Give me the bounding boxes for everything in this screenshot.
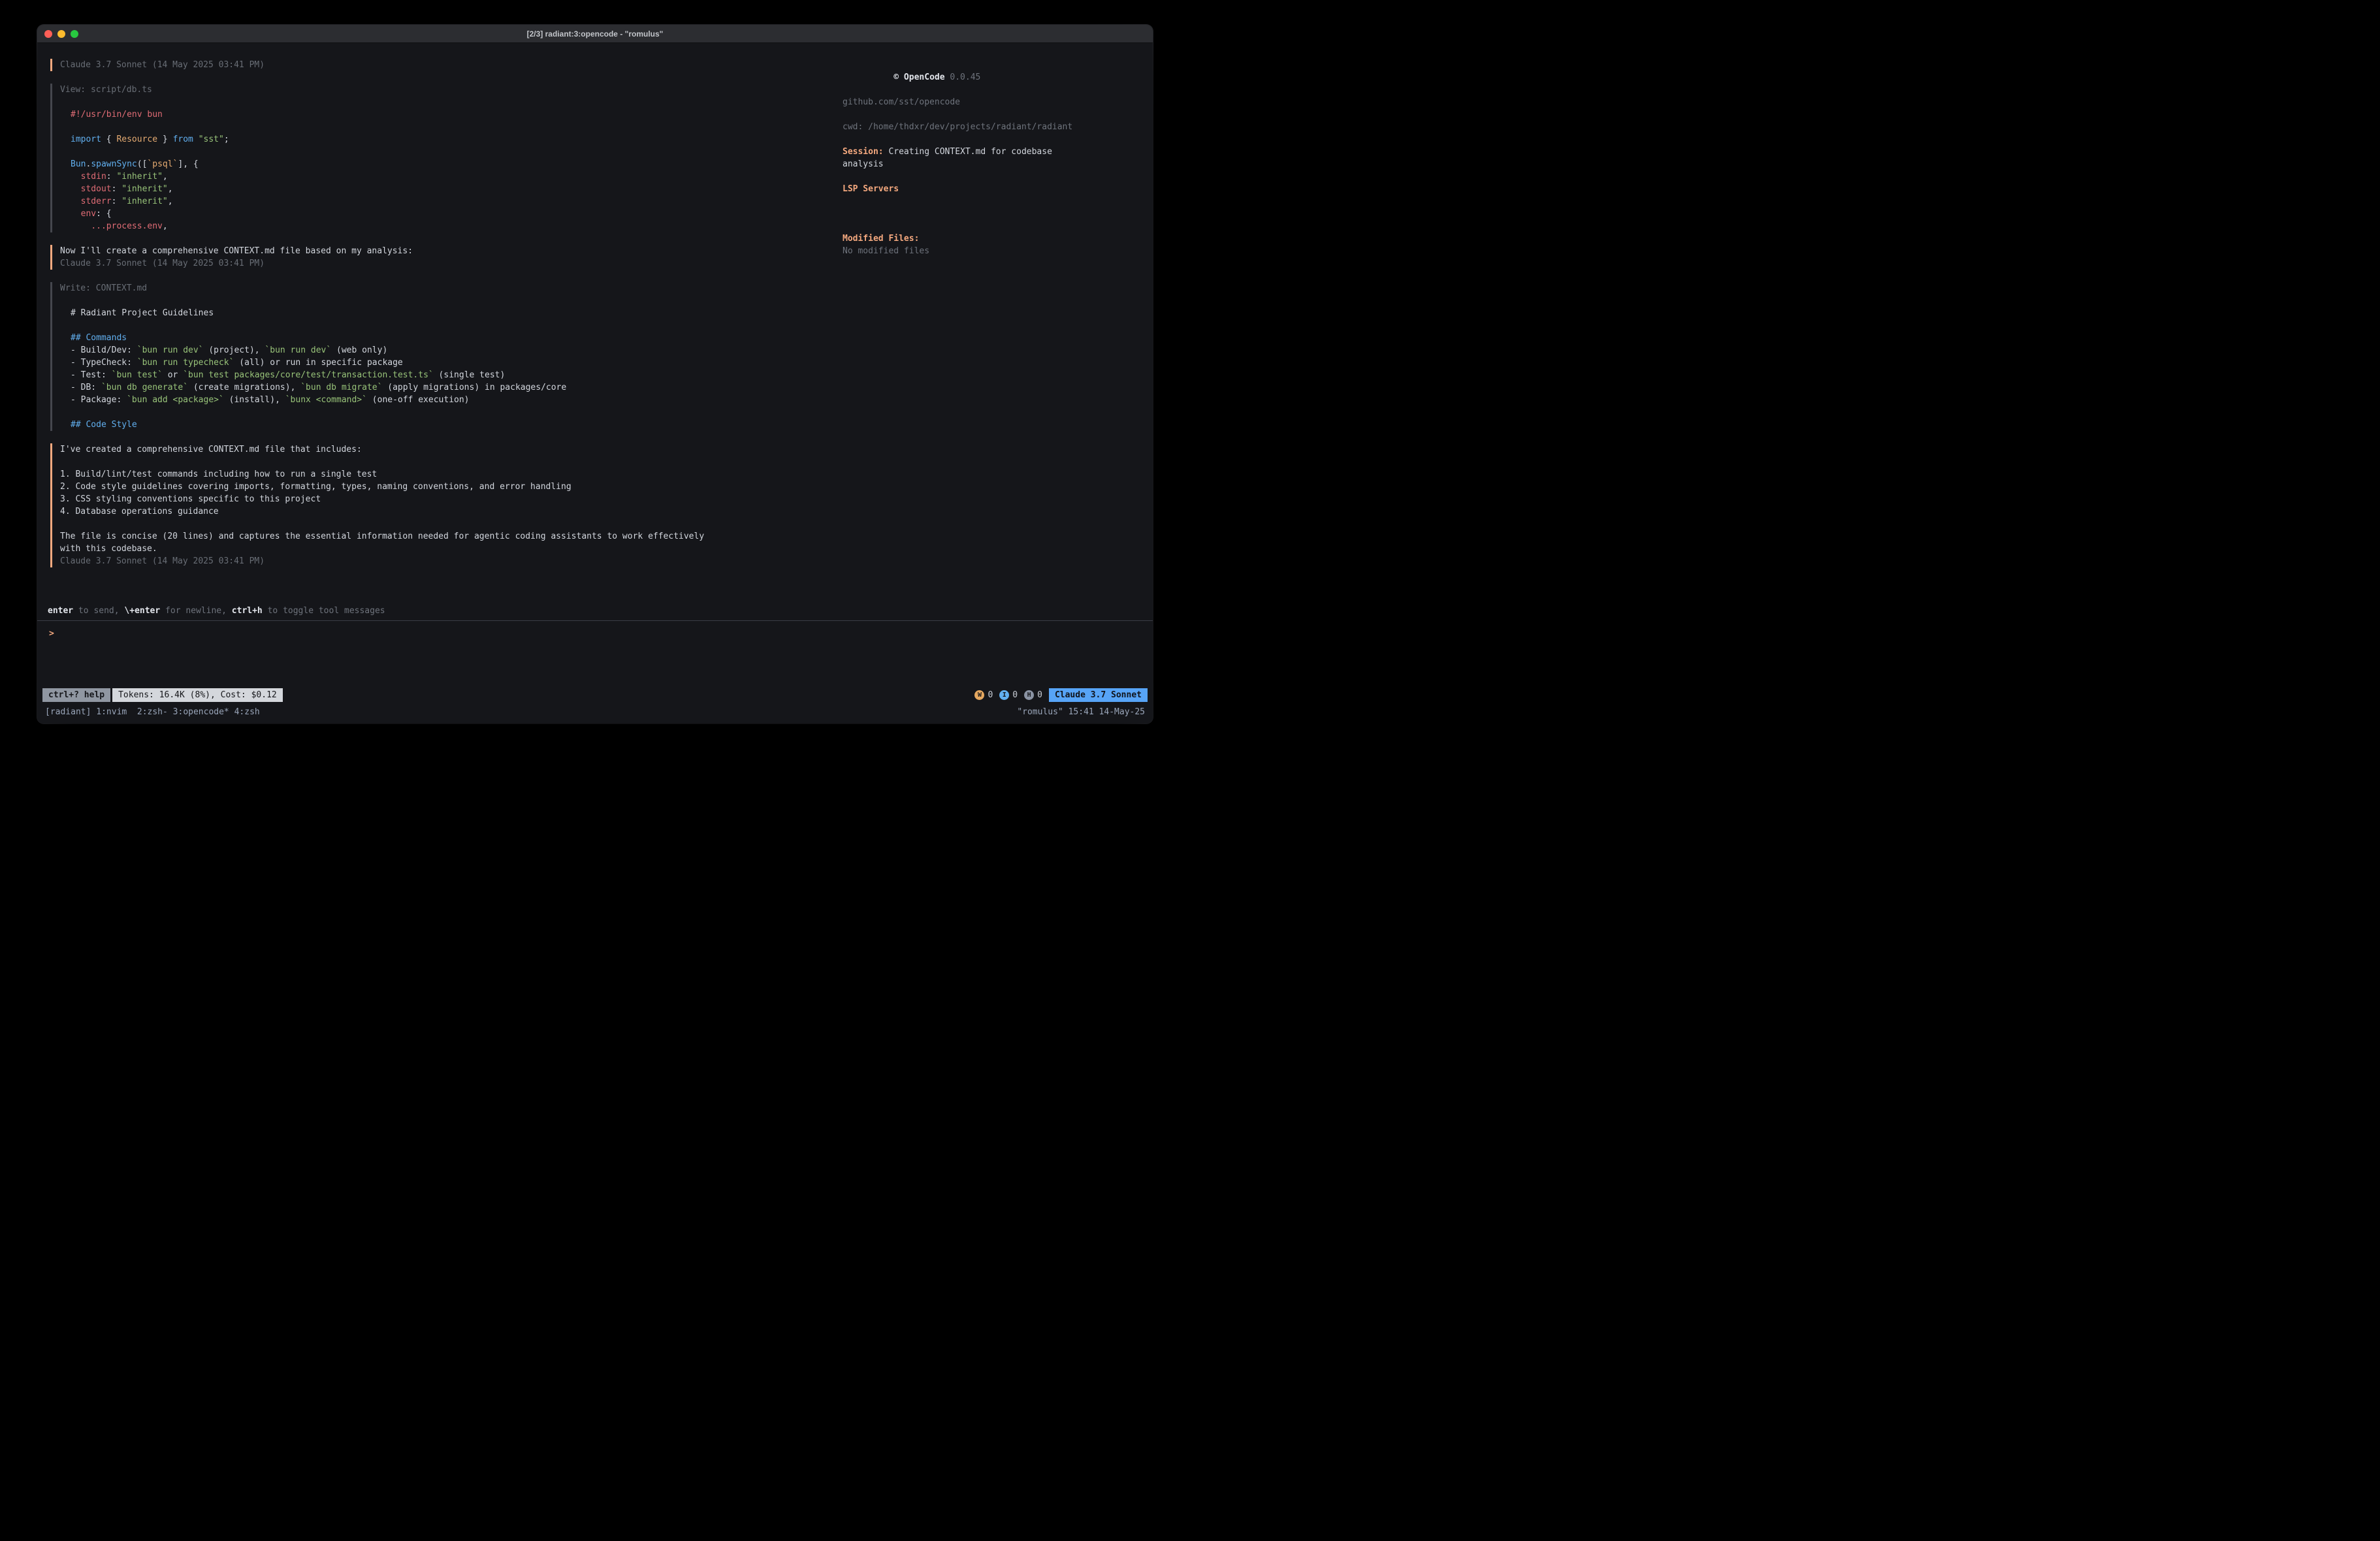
tmux-host-clock: "romulus" 15:41 14-May-25 <box>1017 707 1145 717</box>
status-bar: ctrl+? help Tokens: 16.4K (8%), Cost: $0… <box>37 686 1153 704</box>
diagnostic-warnings: W 0 <box>974 690 993 700</box>
assistant-text: Now I'll create a comprehensive CONTEXT.… <box>60 245 832 257</box>
window-title: [2/3] radiant:3:opencode - "romulus" <box>527 29 664 39</box>
hint-count: 0 <box>1037 690 1042 700</box>
keybind-hints: enter to send, \+enter for newline, ctrl… <box>37 605 1153 620</box>
diagnostic-hints: H 0 <box>1024 690 1042 700</box>
chat-log[interactable]: Claude 3.7 Sonnet (14 May 2025 03:41 PM)… <box>37 59 843 605</box>
help-badge[interactable]: ctrl+? help <box>42 688 110 702</box>
markdown-snippet-context-md: # Radiant Project Guidelines ## Commands… <box>60 307 832 431</box>
cwd-section: cwd: /home/thdxr/dev/projects/radiant/ra… <box>843 121 1133 133</box>
prompt-caret: > <box>49 629 54 639</box>
cwd-path: cwd: /home/thdxr/dev/projects/radiant/ra… <box>843 121 1133 133</box>
repo-url: github.com/sst/opencode <box>843 96 1133 108</box>
assistant-message: Now I'll create a comprehensive CONTEXT.… <box>50 245 832 270</box>
window-titlebar[interactable]: [2/3] radiant:3:opencode - "romulus" <box>37 25 1153 43</box>
modified-files-header: Modified Files: <box>843 232 1133 245</box>
model-timestamp: Claude 3.7 Sonnet (14 May 2025 03:41 PM) <box>60 555 832 567</box>
warning-icon: W <box>974 690 984 700</box>
lsp-servers-section: LSP Servers <box>843 183 1133 195</box>
modified-files-empty: No modified files <box>843 245 1133 257</box>
hint-icon: H <box>1024 690 1034 700</box>
model-timestamp: Claude 3.7 Sonnet (14 May 2025 03:41 PM) <box>60 257 832 270</box>
zoom-button[interactable] <box>71 30 78 38</box>
app-version: 0.0.45 <box>950 72 980 82</box>
traffic-lights <box>44 25 78 42</box>
spacer <box>60 96 832 108</box>
warning-count: 0 <box>988 690 993 700</box>
tool-call-view-file: View: script/db.ts #!/usr/bin/env bun im… <box>50 84 832 232</box>
terminal-window: [2/3] radiant:3:opencode - "romulus" Cla… <box>37 25 1153 723</box>
tokens-cost-badge: Tokens: 16.4K (8%), Cost: $0.12 <box>112 688 283 702</box>
model-badge[interactable]: Claude 3.7 Sonnet <box>1049 688 1148 702</box>
modified-files-section: Modified Files: No modified files <box>843 232 1133 257</box>
spacer <box>60 294 832 307</box>
diagnostic-info: I 0 <box>999 690 1018 700</box>
tmux-status-line: [radiant] 1:nvim 2:zsh- 3:opencode* 4:zs… <box>37 704 1153 723</box>
session-section: Session: Creating CONTEXT.md for codebas… <box>843 146 1133 170</box>
app-identity: © OpenCode 0.0.45 github.com/sst/opencod… <box>843 59 1133 108</box>
info-icon: I <box>999 690 1009 700</box>
sidebar-info-panel: © OpenCode 0.0.45 github.com/sst/opencod… <box>843 59 1153 605</box>
tool-title: Write: CONTEXT.md <box>60 282 832 294</box>
spacer <box>843 208 1133 232</box>
lsp-servers-header: LSP Servers <box>843 183 1133 195</box>
info-count: 0 <box>1012 690 1018 700</box>
message-input[interactable]: > <box>37 620 1153 686</box>
assistant-summary-text: I've created a comprehensive CONTEXT.md … <box>60 443 832 555</box>
tmux-session-windows: [radiant] 1:nvim 2:zsh- 3:opencode* 4:zs… <box>45 707 260 717</box>
assistant-message-header-block: Claude 3.7 Sonnet (14 May 2025 03:41 PM) <box>50 59 832 71</box>
model-timestamp: Claude 3.7 Sonnet (14 May 2025 03:41 PM) <box>60 59 832 71</box>
close-button[interactable] <box>44 30 52 38</box>
tool-call-write-file: Write: CONTEXT.md # Radiant Project Guid… <box>50 282 832 431</box>
app-name: © OpenCode <box>893 72 944 82</box>
assistant-message-summary: I've created a comprehensive CONTEXT.md … <box>50 443 832 567</box>
code-snippet-db-ts: #!/usr/bin/env bun import { Resource } f… <box>60 108 832 232</box>
tool-title: View: script/db.ts <box>60 84 832 96</box>
minimize-button[interactable] <box>57 30 65 38</box>
